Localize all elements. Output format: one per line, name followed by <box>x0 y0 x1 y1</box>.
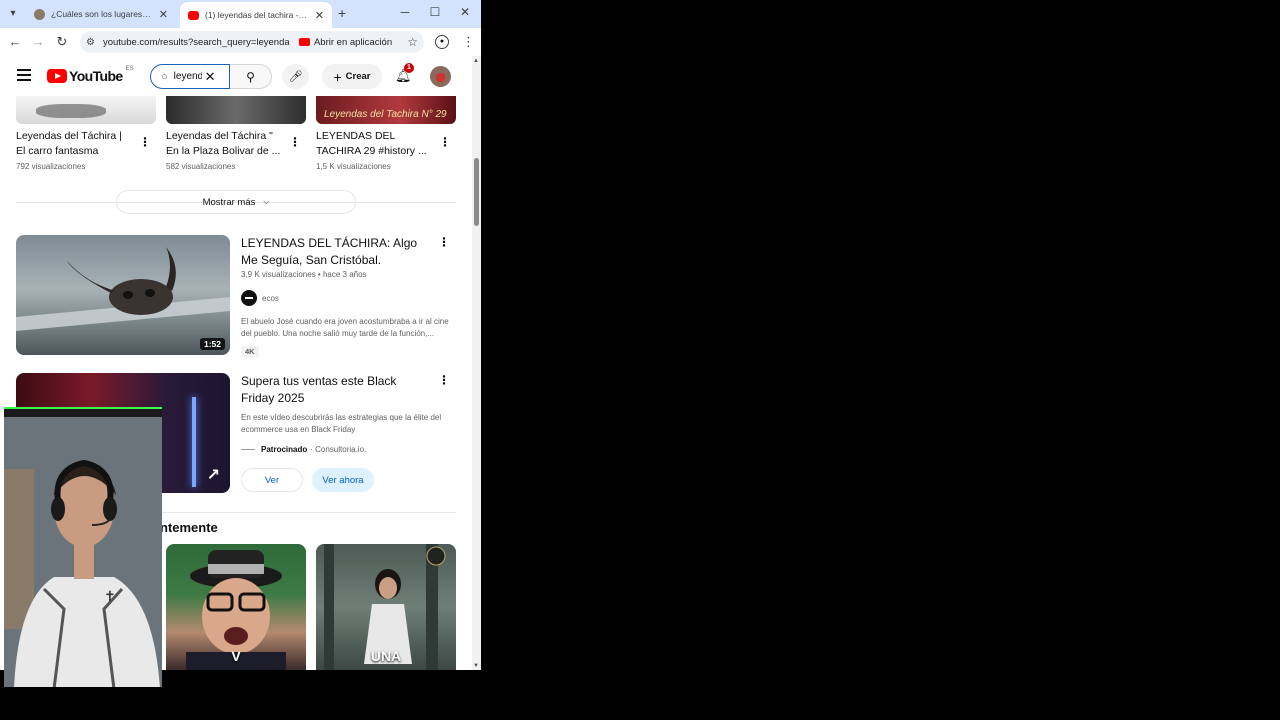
show-more-button[interactable]: Mostrar más ⌵ <box>116 190 356 214</box>
shelf-thumbnail-2[interactable] <box>166 96 306 124</box>
advertiser-logo <box>241 449 255 450</box>
voice-search-button[interactable]: 🎤︎ <box>282 64 309 89</box>
video-thumbnail[interactable]: 1:52 <box>16 235 230 355</box>
address-bar: ← → ↻ ⚙ youtube.com/results?search_query… <box>0 28 481 56</box>
youtube-app-icon <box>298 38 310 46</box>
recent-thumbnail-2[interactable]: V <box>166 544 306 670</box>
youtube-favicon-icon <box>188 10 199 20</box>
shelf-video-views: 582 visualizaciones <box>166 162 236 171</box>
plus-icon: + <box>333 68 342 85</box>
forward-icon[interactable]: → <box>30 34 46 49</box>
youtube-header: YouTube ES ○ leyendas del tachira ✕ ⚲ 🎤︎… <box>0 56 472 96</box>
omnibox[interactable]: ⚙ youtube.com/results?search_query=leyen… <box>80 31 424 53</box>
ad-description: En este vídeo descubrirás las estrategia… <box>241 413 442 434</box>
clear-search-icon[interactable]: ✕ <box>205 69 216 85</box>
menu-kebab-icon[interactable]: ⋮ <box>462 34 475 50</box>
advertiser-name[interactable]: · Consultoria.io. <box>310 445 366 454</box>
shelf-thumbnail-caption: Leyendas del Tachira N° 29 <box>324 109 447 120</box>
scrollbar-thumb[interactable] <box>474 158 479 226</box>
tab-search-icon[interactable]: ▾ <box>4 4 22 22</box>
tab-title: ¿Cuáles son los lugares más v <box>51 9 153 19</box>
quality-badge: 4K <box>241 346 259 357</box>
search-icon: ⚲ <box>246 69 255 84</box>
back-icon[interactable]: ← <box>7 34 23 49</box>
country-code: ES <box>125 66 134 72</box>
video-duration: 1:52 <box>199 338 225 350</box>
open-in-app-label: Abrir en aplicación <box>313 36 393 48</box>
search-value[interactable]: leyendas del tachira <box>174 71 202 82</box>
video-title[interactable]: LEYENDAS DEL TÁCHIRA: Algo Me Seguía, Sa… <box>241 235 431 269</box>
close-icon[interactable]: ✕ <box>455 5 475 19</box>
page-scrollbar[interactable]: ▲ ▼ <box>472 56 481 670</box>
youtube-logo-text: YouTube <box>69 68 123 84</box>
shelf-video-title[interactable]: LEYENDAS DEL TACHIRA 29 #history ... <box>316 129 434 159</box>
ad-view-button[interactable]: Ver <box>241 468 303 492</box>
tab-lugares[interactable]: ¿Cuáles son los lugares más v ✕ <box>26 2 176 26</box>
external-link-icon: ↗ <box>206 467 220 484</box>
more-options-icon[interactable]: ⋮ <box>438 236 450 248</box>
create-button[interactable]: + Crear <box>322 64 382 89</box>
maximize-icon[interactable]: ☐ <box>425 5 445 19</box>
search-icon: ○ <box>161 70 168 83</box>
tab-strip: ▾ ¿Cuáles son los lugares más v ✕ (1) le… <box>0 0 481 28</box>
video-description: El abuelo José cuando era joven acostumb… <box>241 317 449 338</box>
channel-name[interactable]: ecos <box>262 294 279 303</box>
ad-title[interactable]: Supera tus ventas este Black Friday 2025 <box>241 373 431 407</box>
shelf-video-views: 1,5 K visualizaciones <box>316 162 391 171</box>
channel-link[interactable]: ecos <box>241 290 279 306</box>
streamer-webcam-feed: ✝ <box>4 409 162 687</box>
star-icon[interactable]: ☆ <box>407 35 418 49</box>
thumbnail-caption: V <box>231 648 241 664</box>
more-options-icon[interactable]: ⋮ <box>139 136 151 148</box>
shelf-thumbnail-3[interactable]: Leyendas del Tachira N° 29 <box>316 96 456 124</box>
notification-badge: 1 <box>404 63 414 73</box>
video-meta: 3,9 K visualizaciones • hace 3 años <box>241 270 367 279</box>
open-in-app-button[interactable]: Abrir en aplicación <box>298 36 393 48</box>
site-info-icon[interactable]: ⚙ <box>86 37 95 48</box>
ad-sponsor: Patrocinado · Consultoria.io. <box>241 445 366 454</box>
show-more-label: Mostrar más <box>202 196 256 208</box>
search-input[interactable]: ○ leyendas del tachira ✕ <box>150 64 230 89</box>
scroll-up-icon[interactable]: ▲ <box>473 58 479 64</box>
ad-view-now-button[interactable]: Ver ahora <box>312 468 374 492</box>
shelf-video-views: 792 visualizaciones <box>16 162 86 171</box>
recent-thumbnail-3[interactable]: UNA <box>316 544 456 670</box>
profile-icon[interactable]: ● <box>435 35 449 49</box>
sponsored-label: Patrocinado <box>261 445 308 454</box>
youtube-play-icon <box>47 69 67 83</box>
new-tab-icon[interactable]: + <box>338 5 346 21</box>
minimize-icon[interactable]: ─ <box>395 5 415 19</box>
tab-close-icon[interactable]: ✕ <box>159 8 168 21</box>
microphone-icon: 🎤︎ <box>288 71 303 83</box>
scroll-down-icon[interactable]: ▼ <box>473 663 479 669</box>
shelf-thumbnail-1[interactable] <box>16 96 156 124</box>
more-options-icon[interactable]: ⋮ <box>438 374 450 386</box>
thumbnail-caption: UNA <box>370 648 402 664</box>
more-options-icon[interactable]: ⋮ <box>439 136 451 148</box>
tab-title: (1) leyendas del tachira - YouT <box>205 10 309 20</box>
shelf-video-title[interactable]: Leyendas del Táchira | El carro fantasma <box>16 129 134 159</box>
youtube-logo[interactable]: YouTube ES <box>47 66 134 84</box>
shelf-video-title[interactable]: Leyendas del Táchira " En la Plaza Boliv… <box>166 129 284 159</box>
url-text[interactable]: youtube.com/results?search_query=leyenda… <box>103 37 289 48</box>
tab-favicon-icon <box>34 8 45 20</box>
account-avatar[interactable] <box>430 66 451 87</box>
channel-avatar[interactable] <box>241 290 257 306</box>
svg-text:✝: ✝ <box>104 589 116 605</box>
reload-icon[interactable]: ↻ <box>54 34 70 50</box>
neon-light <box>192 397 196 487</box>
notifications-bell-icon[interactable]: 🔔︎ 1 <box>395 63 414 84</box>
more-options-icon[interactable]: ⋮ <box>289 136 301 148</box>
section-title: ntemente <box>160 520 218 535</box>
search-button[interactable]: ⚲ <box>230 64 272 89</box>
tab-youtube[interactable]: (1) leyendas del tachira - YouT ✕ <box>180 2 332 28</box>
create-label: Crear <box>345 71 371 82</box>
skull-thumbnail-art <box>16 247 230 331</box>
chevron-down-icon: ⌵ <box>263 197 270 206</box>
tab-close-icon[interactable]: ✕ <box>315 9 324 22</box>
hamburger-menu-icon[interactable] <box>17 69 31 84</box>
webcam-overlay: ✝ <box>4 407 162 687</box>
